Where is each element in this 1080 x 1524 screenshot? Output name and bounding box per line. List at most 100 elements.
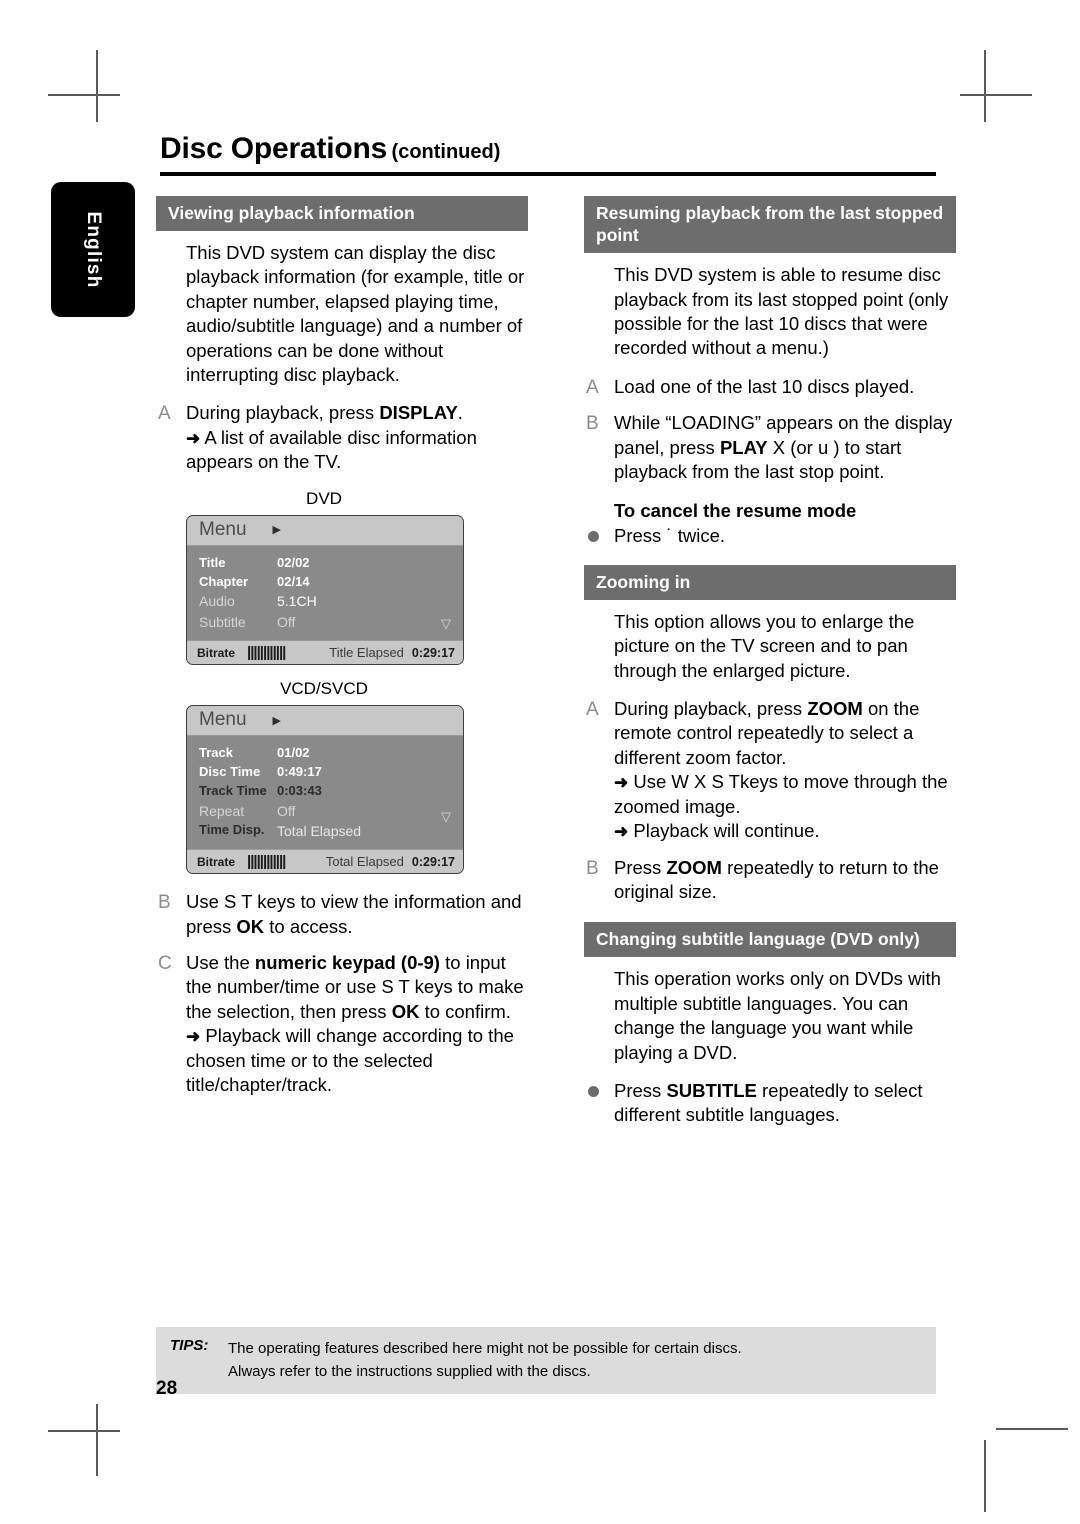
elapsed-value: 0:29:17 [411,645,455,660]
osd-dvd-figure: DVD Menu ▶ Title 02/02 Chapter 02/14 Aud… [156,488,528,666]
zoom-step-a-part1: During playback, press [614,698,808,720]
osd-dvd-menubar: Menu ▶ [187,515,463,546]
osd-row: Subtitle Off [199,612,463,632]
crop-mark-bottom-right-horizontal [996,1428,1068,1430]
osd-row-value: Off [277,802,296,819]
crop-mark-top-right-vertical [984,50,986,122]
osd-row: Track 01/02 [199,744,463,763]
osd-vcd-figure: VCD/SVCD Menu ▶ Track 01/02 Disc Time 0:… [156,679,528,875]
osd-row-key: Title [199,554,226,570]
osd-row-value: Total Elapsed [277,822,362,839]
section-header-zooming-in: Zooming in [584,564,956,600]
zoom-step-a-result2: Playback will continue. [633,820,820,842]
step-a-text-before: During playback, press [186,402,380,424]
bullet-dot-icon [588,1086,599,1097]
result-arrow-icon: ➜ [614,822,629,842]
osd-row-value: 0:49:17 [277,763,322,779]
ok-button-keyword: OK [391,1000,420,1022]
osd-row-key: Disc Time [199,763,261,779]
tips-footer: TIPS: The operating features described h… [156,1327,936,1394]
osd-row-key: Time Disp. [199,821,265,837]
osd-dvd-rows: Title 02/02 Chapter 02/14 Audio 5.1CH Su… [187,546,463,640]
osd-vcd-footer: Bitrate |||||||||||| Total Elapsed 0:29:… [187,849,463,874]
osd-vcd-panel: Menu ▶ Track 01/02 Disc Time 0:49:17 Tra… [186,705,464,875]
crop-mark-top-left-horizontal [48,94,120,96]
osd-row-value: 02/14 [277,573,310,589]
cancel-resume-text: Press ˙ twice. [614,525,726,547]
subtitle-intro: This operation works only on DVDs with m… [614,968,941,1063]
osd-row-value: 5.1CH [277,593,317,610]
cancel-resume-bullet: Press ˙ twice. [584,524,956,548]
osd-row-value: Off [277,613,296,630]
osd-row: Chapter 02/14 [199,573,463,592]
subtitle-bullet-part1: Press [614,1080,667,1101]
page-title-sub: (continued) [391,141,501,163]
result-arrow-icon: ➜ [614,773,629,793]
zoom-step-b-part1: Press [614,856,667,878]
osd-row: Repeat Off [199,801,463,821]
step-a-text-after: . [457,402,463,424]
tips-line-2: Always refer to the instructions supplie… [228,1363,591,1381]
bitrate-bars-icon: |||||||||||| [247,644,286,662]
title-divider [160,172,936,176]
section-header-changing-subtitle: Changing subtitle language (DVD only) [584,922,956,958]
step-marker-a: A [158,403,171,425]
osd-vcd-menubar: Menu ▶ [187,706,463,737]
play-button-keyword: PLAY [719,436,768,458]
osd-row: Time Disp. Total Elapsed [199,821,463,841]
step-marker-b: B [158,892,171,914]
resume-step-a-text: Load one of the last 10 discs played. [614,375,915,397]
step-c-part3: to confirm. [419,1000,511,1022]
osd-row-key: Repeat [199,802,245,819]
crop-mark-top-left-vertical [96,50,98,122]
osd-row: Title 02/02 [199,554,463,573]
ok-button-keyword: OK [236,915,265,937]
zoom-button-keyword: ZOOM [807,698,863,720]
section-header-resuming-playback: Resuming playback from the last stopped … [584,196,956,254]
osd-row-key: Track Time [199,782,267,798]
caret-right-icon: ▶ [272,714,281,727]
step-c-numeric-keypad: C Use the numeric keypad (0-9) to input … [156,951,528,1097]
crop-mark-bottom-left-vertical [96,1404,98,1476]
zooming-intro: This option allows you to enlarge the pi… [614,610,915,681]
tips-line-1: The operating features described here mi… [228,1340,742,1357]
result-arrow-icon: ➜ [186,1027,201,1047]
step-marker-b: B [586,857,599,879]
scroll-down-arrow-icon: ▽ [441,809,451,825]
caret-right-icon: ▶ [272,524,281,537]
osd-row-key: Subtitle [199,613,246,630]
page-title-main: Disc Operations [160,132,388,165]
osd-row-key: Track [199,745,233,761]
osd-row-value: 0:03:43 [277,782,322,798]
osd-dvd-panel: Menu ▶ Title 02/02 Chapter 02/14 Audio 5… [186,514,464,666]
cancel-resume-heading: To cancel the resume mode [614,500,857,522]
osd-vcd-rows: Track 01/02 Disc Time 0:49:17 Track Time… [187,736,463,849]
result-arrow-icon: ➜ [186,428,201,448]
zoom-step-a-result1: Use W X S Tkeys to move through the zoom… [614,771,948,817]
osd-row-value: 01/02 [277,745,310,761]
osd-row-key: Chapter [199,573,249,589]
left-column: Viewing playback information This DVD sy… [156,196,528,1109]
tips-lines: The operating features described here mi… [228,1337,742,1384]
crop-mark-top-right-horizontal [960,94,1032,96]
tips-label: TIPS: [170,1337,209,1354]
page-number: 28 [156,1378,178,1399]
elapsed-label: Total Elapsed [325,854,404,870]
step-marker-a: A [586,376,599,398]
osd-dvd-caption: DVD [306,488,342,508]
step-marker-a: A [586,699,599,721]
osd-row: Audio 5.1CH [199,591,463,611]
numeric-keypad-keyword: numeric keypad (0-9) [254,951,440,973]
scroll-down-arrow-icon: ▽ [441,616,451,632]
bitrate-label: Bitrate [197,854,236,869]
bitrate-bars-icon: |||||||||||| [247,853,286,871]
osd-vcd-menu-label: Menu [199,709,247,731]
manual-page: English Disc Operations (continued) View… [0,0,1080,1524]
step-b-text-after: to access. [264,915,353,937]
language-tab: English [51,182,135,317]
osd-row: Disc Time 0:49:17 [199,763,463,782]
step-c-part1: Use the [186,951,255,973]
tips-inner: TIPS: The operating features described h… [156,1337,936,1384]
right-column: Resuming playback from the last stopped … [584,196,956,1140]
zoom-button-keyword: ZOOM [666,856,722,878]
